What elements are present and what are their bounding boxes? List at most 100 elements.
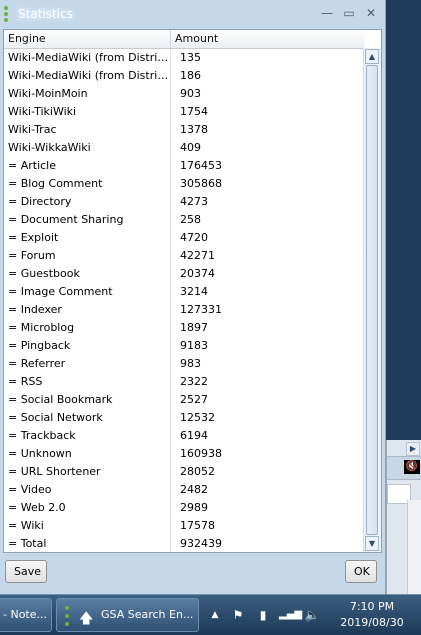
engine-cell: Wiki-MediaWiki (from Distributi... bbox=[4, 67, 171, 85]
engine-cell: Wiki-MoinMoin bbox=[4, 85, 171, 103]
scroll-down-icon[interactable]: ▼ bbox=[365, 536, 379, 551]
table-scrollbar[interactable]: ▲ ▼ bbox=[363, 48, 381, 552]
table-row[interactable]: = Document Sharing 258 bbox=[4, 211, 365, 229]
engine-cell: = Social Network bbox=[4, 409, 171, 427]
table-row[interactable]: = Forum 42271 bbox=[4, 247, 365, 265]
title-bar[interactable]: Statistics — ▭ ✕ bbox=[0, 0, 386, 28]
taskbar-item-gsa[interactable]: 🡅 GSA Search En... bbox=[56, 598, 199, 632]
volume-icon[interactable]: 🔈 bbox=[303, 595, 321, 635]
amount-cell: 20374 bbox=[180, 267, 215, 280]
table-row[interactable]: = Social Network 12532 bbox=[4, 409, 365, 427]
amount-cell: 4720 bbox=[180, 231, 208, 244]
amount-cell: 176453 bbox=[180, 159, 222, 172]
amount-cell: 1378 bbox=[180, 123, 208, 136]
engine-cell: = Total bbox=[4, 535, 171, 552]
taskbar: - Note... 🡅 GSA Search En... ▲ ⚑ ▮ ▂▄▆ 🔈… bbox=[0, 594, 421, 635]
taskbar-item-notepad[interactable]: - Note... bbox=[0, 598, 52, 632]
clock-time: 7:10 PM bbox=[349, 600, 395, 613]
table-row[interactable]: = Total 932439 bbox=[4, 535, 365, 552]
engine-cell: Wiki-Trac bbox=[4, 121, 171, 139]
table-row[interactable]: = Web 2.0 2989 bbox=[4, 499, 365, 517]
engine-cell: Wiki-WikkaWiki bbox=[4, 139, 171, 157]
amount-cell: 17578 bbox=[180, 519, 215, 532]
engine-cell: = Blog Comment bbox=[4, 175, 171, 193]
amount-cell: 135 bbox=[180, 51, 201, 64]
table-row[interactable]: = Pingback 9183 bbox=[4, 337, 365, 355]
table-row[interactable]: = Blog Comment 305868 bbox=[4, 175, 365, 193]
engine-cell: = Trackback bbox=[4, 427, 171, 445]
amount-cell: 1897 bbox=[180, 321, 208, 334]
engine-cell: = Indexer bbox=[4, 301, 171, 319]
scroll-up-icon[interactable]: ▲ bbox=[365, 49, 379, 64]
power-icon[interactable]: ▮ bbox=[255, 595, 271, 635]
background-window-fragment: ▶ 🔇 bbox=[386, 440, 421, 598]
table-row[interactable]: = Guestbook 20374 bbox=[4, 265, 365, 283]
amount-cell: 3214 bbox=[180, 285, 208, 298]
amount-cell: 983 bbox=[180, 357, 201, 370]
table-row[interactable]: Wiki-WikkaWiki 409 bbox=[4, 139, 365, 157]
table-row[interactable]: = Microblog 1897 bbox=[4, 319, 365, 337]
table-row[interactable]: Wiki-TikiWiki 1754 bbox=[4, 103, 365, 121]
column-header-amount[interactable]: Amount bbox=[171, 30, 365, 48]
clock[interactable]: 7:10 PM 2019/08/30 bbox=[332, 599, 412, 631]
table-row[interactable]: = Exploit 4720 bbox=[4, 229, 365, 247]
engine-cell: Wiki-TikiWiki bbox=[4, 103, 171, 121]
engine-cell: = Guestbook bbox=[4, 265, 171, 283]
engine-cell: = Unknown bbox=[4, 445, 171, 463]
table-row[interactable]: Wiki-MoinMoin 903 bbox=[4, 85, 365, 103]
amount-cell: 12532 bbox=[180, 411, 215, 424]
table-row[interactable]: = URL Shortener 28052 bbox=[4, 463, 365, 481]
amount-cell: 305868 bbox=[180, 177, 222, 190]
table-row[interactable]: = Unknown 160938 bbox=[4, 445, 365, 463]
table-row[interactable]: = Trackback 6194 bbox=[4, 427, 365, 445]
amount-cell: 28052 bbox=[180, 465, 215, 478]
amount-cell: 42271 bbox=[180, 249, 215, 262]
amount-cell: 2322 bbox=[180, 375, 208, 388]
engine-cell: = Forum bbox=[4, 247, 171, 265]
minimize-button[interactable]: — bbox=[318, 5, 336, 21]
chevron-up-icon[interactable]: ▲ bbox=[208, 595, 222, 635]
amount-cell: 4273 bbox=[180, 195, 208, 208]
table-row[interactable]: = Social Bookmark 2527 bbox=[4, 391, 365, 409]
table-row[interactable]: = Wiki 17578 bbox=[4, 517, 365, 535]
amount-cell: 2482 bbox=[180, 483, 208, 496]
amount-cell: 2989 bbox=[180, 501, 208, 514]
engine-cell: = URL Shortener bbox=[4, 463, 171, 481]
table-row[interactable]: = Directory 4273 bbox=[4, 193, 365, 211]
table-row[interactable]: = Referrer 983 bbox=[4, 355, 365, 373]
ok-button[interactable]: OK bbox=[345, 560, 377, 583]
close-button[interactable]: ✕ bbox=[362, 5, 380, 21]
amount-cell: 160938 bbox=[180, 447, 222, 460]
column-header-engine[interactable]: Engine bbox=[4, 30, 171, 48]
taskbar-item-label: GSA Search En... bbox=[101, 608, 194, 621]
engine-cell: = Pingback bbox=[4, 337, 171, 355]
engine-cell: = Directory bbox=[4, 193, 171, 211]
table-row[interactable]: Wiki-MediaWiki (from Distributi... 186 bbox=[4, 67, 365, 85]
engine-cell: = RSS bbox=[4, 373, 171, 391]
engine-cell: = Web 2.0 bbox=[4, 499, 171, 517]
table-row[interactable]: = Video 2482 bbox=[4, 481, 365, 499]
engine-cell: = Exploit bbox=[4, 229, 171, 247]
engine-cell: = Document Sharing bbox=[4, 211, 171, 229]
mute-icon[interactable]: 🔇 bbox=[404, 460, 420, 474]
table-row[interactable]: = RSS 2322 bbox=[4, 373, 365, 391]
background-scrollbar[interactable] bbox=[407, 500, 421, 596]
table-row[interactable]: = Image Comment 3214 bbox=[4, 283, 365, 301]
flag-icon[interactable]: ⚑ bbox=[230, 595, 246, 635]
table-header: Engine Amount bbox=[4, 30, 365, 49]
engine-cell: = Social Bookmark bbox=[4, 391, 171, 409]
amount-cell: 186 bbox=[180, 69, 201, 82]
table-row[interactable]: = Article 176453 bbox=[4, 157, 365, 175]
app-icon bbox=[4, 6, 14, 22]
table-row[interactable]: Wiki-Trac 1378 bbox=[4, 121, 365, 139]
network-icon[interactable]: ▂▄▆ bbox=[279, 595, 302, 635]
amount-cell: 932439 bbox=[180, 537, 222, 550]
maximize-button[interactable]: ▭ bbox=[340, 5, 358, 21]
save-button[interactable]: Save bbox=[5, 560, 47, 583]
engine-cell: = Image Comment bbox=[4, 283, 171, 301]
scroll-thumb[interactable] bbox=[366, 65, 378, 535]
scroll-right-icon[interactable]: ▶ bbox=[406, 442, 420, 456]
table-row[interactable]: = Indexer 127331 bbox=[4, 301, 365, 319]
statistics-table[interactable]: Engine Amount Wiki-MediaWiki (from Distr… bbox=[3, 29, 382, 553]
table-row[interactable]: Wiki-MediaWiki (from Distributi... 135 bbox=[4, 49, 365, 67]
